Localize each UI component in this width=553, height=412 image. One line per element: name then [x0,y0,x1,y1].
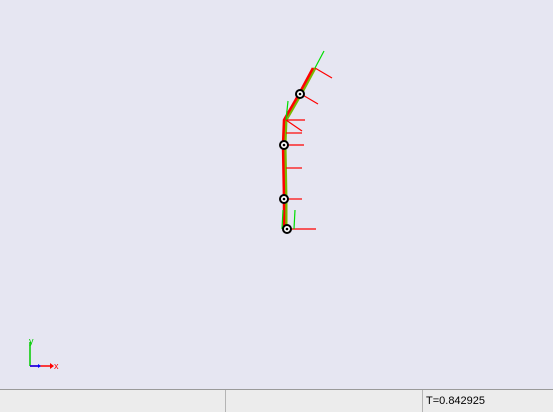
time-readout: T=0.842925 [422,390,553,412]
base-frame-y-axis [293,209,296,230]
scene-canvas: y x [29,50,333,371]
triad-x-label: x [54,361,59,371]
joint-marker[interactable] [279,140,289,150]
triad-y-label: y [29,336,34,346]
status-cell-middle [225,390,422,412]
3d-viewport[interactable]: y x [0,0,553,389]
ee-frame-y-axis [314,50,325,69]
status-cell-left [0,390,225,412]
ee-frame-x-axis [314,67,333,79]
triad-z-arrowhead [38,364,41,368]
joint-marker[interactable] [295,89,305,99]
world-axis-triad: y x [29,336,59,371]
joint-marker[interactable] [282,224,292,234]
status-bar: T=0.842925 [0,389,553,412]
joint4-frame-x2-axis [285,119,303,132]
joint-marker[interactable] [279,194,289,204]
